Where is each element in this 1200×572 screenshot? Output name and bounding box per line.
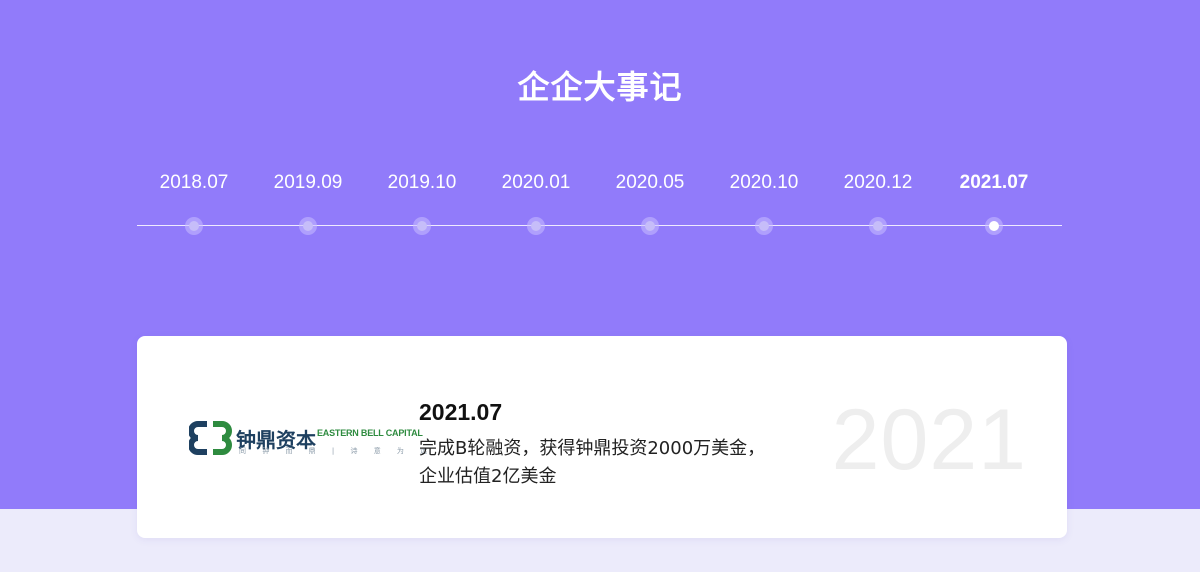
timeline-dot[interactable] [641,217,659,235]
event-description-line: 企业估值2亿美金 [419,466,557,487]
timeline-item-label: 2019.10 [387,172,457,193]
timeline-item-2020-01[interactable]: 2020.01 [479,160,593,240]
timeline-item-2018-07[interactable]: 2018.07 [137,160,251,240]
timeline-item-label: 2021.07 [959,172,1029,193]
timeline-item-label: 2020.01 [501,172,571,193]
timeline-item-2020-12[interactable]: 2020.12 [821,160,935,240]
timeline-dot[interactable] [299,217,317,235]
event-date: 2021.07 [419,399,503,425]
timeline-dot[interactable] [185,217,203,235]
event-card: 钟鼎资本 EASTERN BELL CAPITAL 同 钟 而 鼎 | 诗 意 … [137,336,1067,538]
timeline-item-label: 2020.05 [615,172,685,193]
timeline-dot-active[interactable] [985,217,1003,235]
timeline-item-2019-09[interactable]: 2019.09 [251,160,365,240]
timeline-item-label: 2020.10 [729,172,799,193]
timeline-dot[interactable] [413,217,431,235]
logo-slogan: 同 钟 而 鼎 | 诗 意 为 远 [239,447,435,455]
company-logo: 钟鼎资本 EASTERN BELL CAPITAL 同 钟 而 鼎 | 诗 意 … [189,418,427,458]
event-description-line: 完成B轮融资，获得钟鼎投资2000万美金， [419,438,766,459]
event-description: 完成B轮融资，获得钟鼎投资2000万美金， 企业估值2亿美金 [419,435,799,491]
eastern-bell-logo-mark-icon [189,421,232,455]
timeline-dot[interactable] [869,217,887,235]
timeline-dot[interactable] [755,217,773,235]
timeline-item-label: 2018.07 [159,172,229,193]
timeline-item-2020-05[interactable]: 2020.05 [593,160,707,240]
timeline-item-2021-07[interactable]: 2021.07 [937,160,1051,240]
timeline-item-2020-10[interactable]: 2020.10 [707,160,821,240]
timeline-item-2019-10[interactable]: 2019.10 [365,160,479,240]
timeline-dot[interactable] [527,217,545,235]
timeline-item-label: 2020.12 [843,172,913,193]
logo-name-en: EASTERN BELL CAPITAL [317,428,423,438]
year-watermark: 2021 [831,392,1027,488]
timeline-item-label: 2019.09 [273,172,343,193]
timeline: 2018.07 2019.09 2019.10 2020.01 2020.05 … [0,0,1200,260]
